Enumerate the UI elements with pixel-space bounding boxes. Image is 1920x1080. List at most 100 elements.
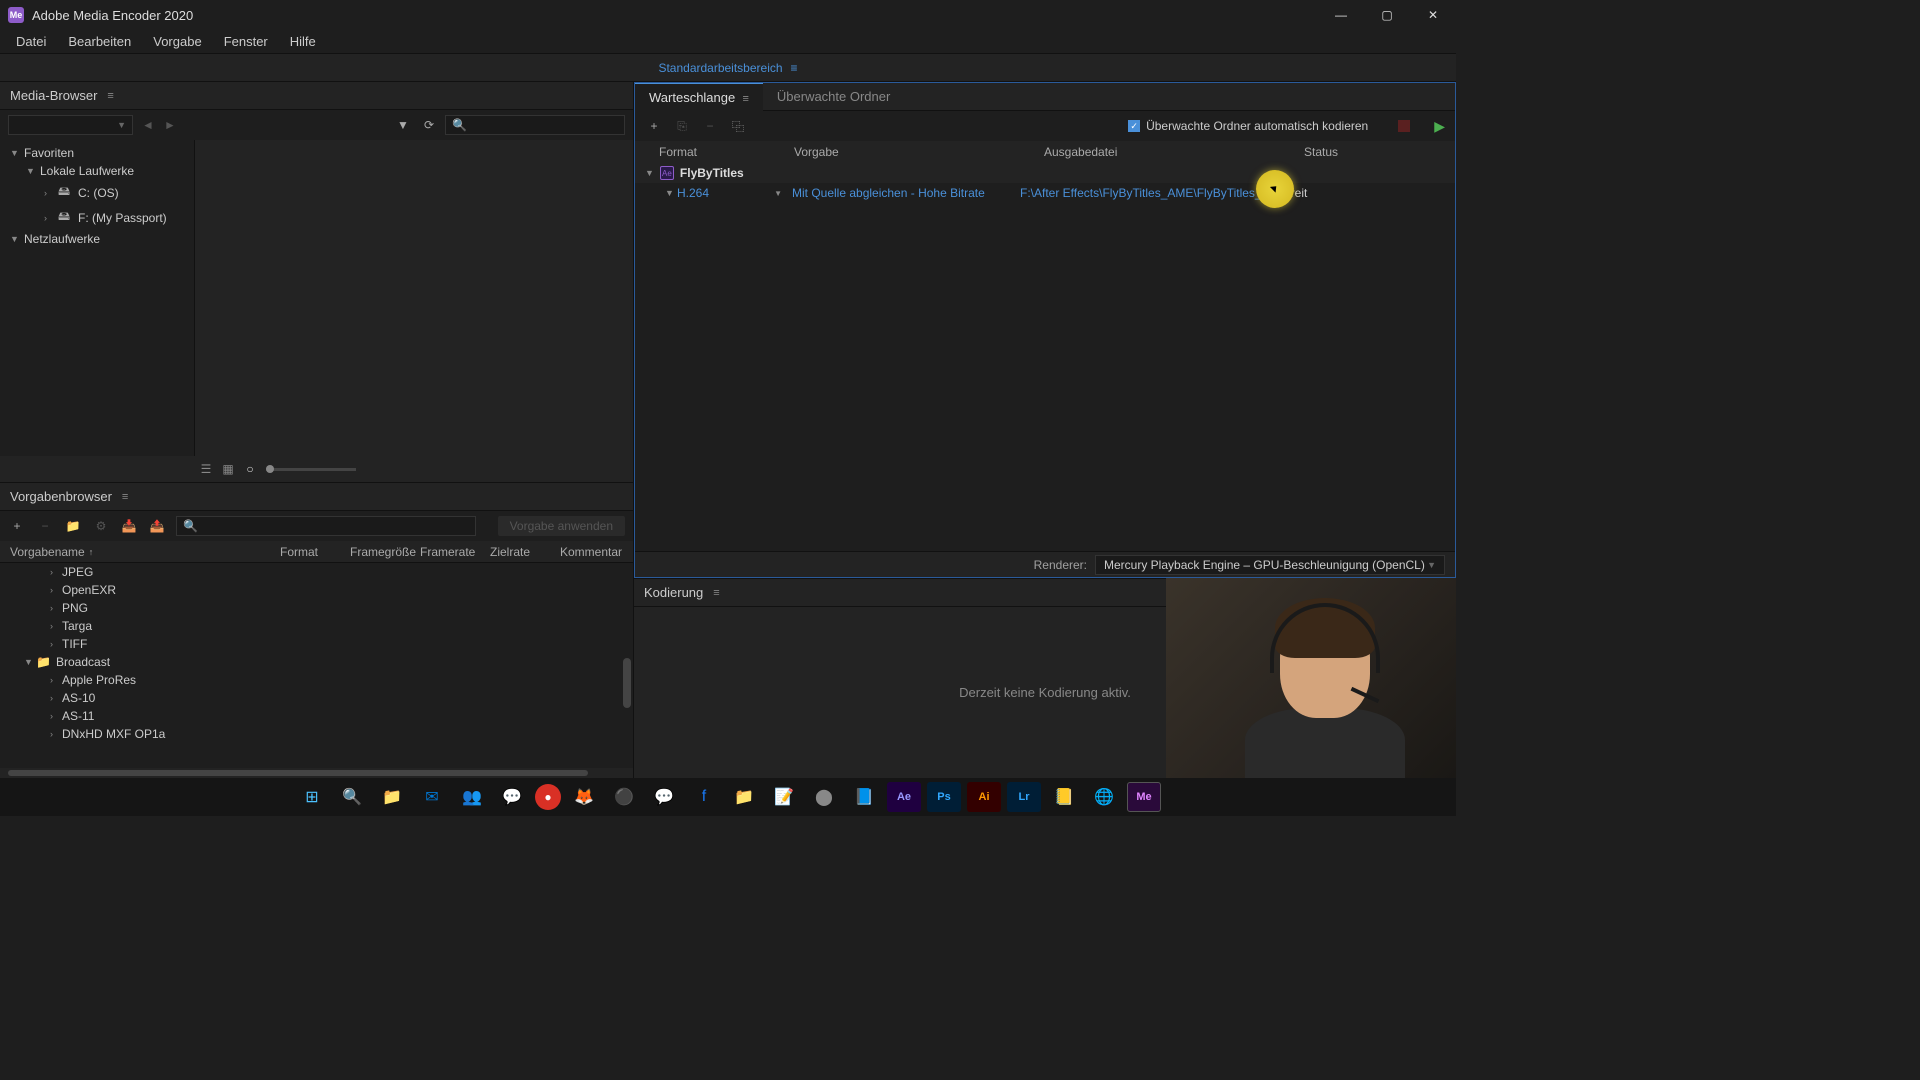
col-comment[interactable]: Kommentar [560,545,622,559]
tree-drive-f[interactable]: ›🖴F: (My Passport) [0,205,194,230]
task-start-icon[interactable]: ⊞ [295,782,329,812]
task-app-icon[interactable]: 📒 [1047,782,1081,812]
task-explorer-icon[interactable]: 📁 [375,782,409,812]
task-notes-icon[interactable]: 📝 [767,782,801,812]
task-files-icon[interactable]: 📁 [727,782,761,812]
preset-tiff[interactable]: ›TIFF [0,635,633,653]
workspace-menu-icon[interactable]: ≡ [791,61,798,75]
preset-dnxhd[interactable]: ›DNxHD MXF OP1a [0,725,633,743]
menu-file[interactable]: Datei [6,31,56,52]
auto-encode-checkbox[interactable]: ✓ Überwachte Ordner automatisch kodieren [1128,119,1368,133]
preset-scrollbar-v[interactable] [623,563,631,768]
menu-help[interactable]: Hilfe [280,31,326,52]
nav-forward-icon[interactable]: ► [161,116,179,134]
tab-queue[interactable]: Warteschlange ≡ [635,83,763,111]
folder-icon: 📁 [36,655,52,669]
stop-queue-button[interactable] [1398,120,1410,132]
zoom-min-icon[interactable]: ○ [242,461,258,477]
start-queue-button[interactable]: ▶ [1434,118,1445,135]
preset-openexr[interactable]: ›OpenEXR [0,581,633,599]
task-lightroom-icon[interactable]: Lr [1007,782,1041,812]
panel-menu-icon[interactable]: ≡ [713,587,719,599]
task-aftereffects-icon[interactable]: Ae [887,782,921,812]
tree-local-drives[interactable]: ▼Lokale Laufwerke [0,162,194,180]
preset-as10[interactable]: ›AS-10 [0,689,633,707]
remove-preset-icon[interactable]: − [36,517,54,535]
task-app-icon[interactable]: ⚫ [607,782,641,812]
task-whatsapp-icon[interactable]: 💬 [495,782,529,812]
col-framesize[interactable]: Framegröße [350,545,420,559]
task-mail-icon[interactable]: ✉ [415,782,449,812]
queue-composition-row[interactable]: ▼ Ae FlyByTitles [635,163,1455,183]
output-file-link[interactable]: F:\After Effects\FlyByTitles_AME\FlyByTi… [1020,186,1276,200]
tree-favorites[interactable]: ▼Favoriten [0,144,194,162]
output-format-dropdown[interactable]: H.264▼ [677,186,792,200]
tree-drive-c[interactable]: ›🖴C: (OS) [0,180,194,205]
col-preset[interactable]: Vorgabe [794,145,1044,159]
queue-output-row[interactable]: ▼ H.264▼ Mit Quelle abgleichen - Hohe Bi… [635,183,1455,203]
preset-targa[interactable]: ›Targa [0,617,633,635]
search-icon: 🔍 [452,118,467,132]
preset-search-input[interactable]: 🔍 [176,516,476,536]
list-view-icon[interactable]: ☰ [198,461,214,477]
duplicate-icon[interactable]: ⿻ [729,117,747,135]
add-source-icon[interactable]: + [645,117,663,135]
thumb-view-icon[interactable]: ▦ [220,461,236,477]
refresh-icon[interactable]: ⟳ [419,115,439,135]
search-icon: 🔍 [183,519,198,533]
task-search-icon[interactable]: 🔍 [335,782,369,812]
col-name[interactable]: Vorgabename [10,545,85,559]
col-format[interactable]: Format [659,145,794,159]
nav-back-icon[interactable]: ◄ [139,116,157,134]
remove-icon[interactable]: − [701,117,719,135]
col-targetrate[interactable]: Zielrate [490,545,560,559]
preset-scrollbar-h[interactable] [0,768,633,778]
preset-prores[interactable]: ›Apple ProRes [0,671,633,689]
import-icon[interactable]: 📥 [120,517,138,535]
output-preset-dropdown[interactable]: Mit Quelle abgleichen - Hohe Bitrate [792,186,1020,200]
zoom-slider[interactable] [266,468,356,471]
export-icon[interactable]: 📤 [148,517,166,535]
task-firefox-icon[interactable]: 🦊 [567,782,601,812]
task-messenger-icon[interactable]: 💬 [647,782,681,812]
preset-jpeg[interactable]: ›JPEG [0,563,633,581]
preset-as11[interactable]: ›AS-11 [0,707,633,725]
panel-menu-icon[interactable]: ≡ [742,93,748,105]
task-edge-icon[interactable]: 🌐 [1087,782,1121,812]
add-preset-icon[interactable]: + [8,517,26,535]
task-teams-icon[interactable]: 👥 [455,782,489,812]
path-dropdown[interactable]: ▼ [8,115,133,135]
col-status[interactable]: Status [1304,145,1338,159]
minimize-button[interactable]: — [1326,5,1356,25]
add-output-icon[interactable]: ⎘ [673,117,691,135]
preset-browser-panel: Vorgabenbrowser ≡ + − 📁 ⚙ 📥 📤 🔍 Vorgabe … [0,482,633,778]
col-output[interactable]: Ausgabedatei [1044,145,1304,159]
task-photoshop-icon[interactable]: Ps [927,782,961,812]
workspace-label[interactable]: Standardarbeitsbereich [658,61,782,75]
menu-preset[interactable]: Vorgabe [143,31,211,52]
close-button[interactable]: ✕ [1418,5,1448,25]
encoding-title: Kodierung [644,585,703,600]
filter-icon[interactable]: ▼ [393,115,413,135]
task-mediaencoder-icon[interactable]: Me [1127,782,1161,812]
preset-broadcast[interactable]: ▼📁Broadcast [0,653,633,671]
preset-png[interactable]: ›PNG [0,599,633,617]
panel-menu-icon[interactable]: ≡ [107,90,113,102]
task-editor-icon[interactable]: 📘 [847,782,881,812]
col-framerate[interactable]: Framerate [420,545,490,559]
maximize-button[interactable]: ▢ [1372,5,1402,25]
task-facebook-icon[interactable]: f [687,782,721,812]
panel-menu-icon[interactable]: ≡ [122,491,128,503]
task-illustrator-icon[interactable]: Ai [967,782,1001,812]
task-obs-icon[interactable]: ⬤ [807,782,841,812]
settings-icon[interactable]: ⚙ [92,517,110,535]
menu-edit[interactable]: Bearbeiten [58,31,141,52]
renderer-dropdown[interactable]: Mercury Playback Engine – GPU-Beschleuni… [1095,555,1445,575]
col-format[interactable]: Format [280,545,350,559]
menu-window[interactable]: Fenster [214,31,278,52]
tree-network[interactable]: ▼Netzlaufwerke [0,230,194,248]
tab-watch-folders[interactable]: Überwachte Ordner [763,83,904,110]
new-group-icon[interactable]: 📁 [64,517,82,535]
media-search-input[interactable]: 🔍 [445,115,625,135]
task-app-icon[interactable]: ● [535,784,561,810]
